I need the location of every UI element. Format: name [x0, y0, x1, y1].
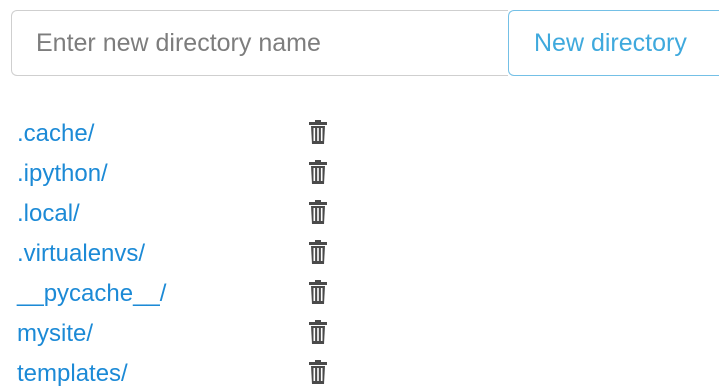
directory-name-input[interactable]	[11, 10, 508, 76]
new-directory-form: New directory	[11, 10, 719, 76]
trash-icon[interactable]	[308, 360, 328, 384]
trash-icon[interactable]	[308, 280, 328, 304]
directory-link[interactable]: __pycache__/	[17, 274, 166, 314]
directory-link[interactable]: mysite/	[17, 314, 93, 354]
directory-link[interactable]: templates/	[17, 354, 128, 391]
list-item: .local/	[17, 194, 347, 234]
trash-icon[interactable]	[308, 160, 328, 184]
trash-icon[interactable]	[308, 240, 328, 264]
trash-icon[interactable]	[308, 200, 328, 224]
directory-link[interactable]: .local/	[17, 194, 80, 234]
list-item: templates/	[17, 354, 347, 391]
directory-link[interactable]: .ipython/	[17, 154, 108, 194]
file-browser: New directory .cache/ .ipython/ .local/ …	[0, 0, 719, 391]
list-item: __pycache__/	[17, 274, 347, 314]
trash-icon[interactable]	[308, 120, 328, 144]
new-directory-button[interactable]: New directory	[508, 10, 719, 76]
trash-icon[interactable]	[308, 320, 328, 344]
list-item: .cache/	[17, 114, 347, 154]
list-item: .ipython/	[17, 154, 347, 194]
list-item: mysite/	[17, 314, 347, 354]
list-item: .virtualenvs/	[17, 234, 347, 274]
directory-link[interactable]: .cache/	[17, 114, 94, 154]
directory-link[interactable]: .virtualenvs/	[17, 234, 145, 274]
directory-list: .cache/ .ipython/ .local/ .virtualenvs/ …	[17, 114, 347, 391]
